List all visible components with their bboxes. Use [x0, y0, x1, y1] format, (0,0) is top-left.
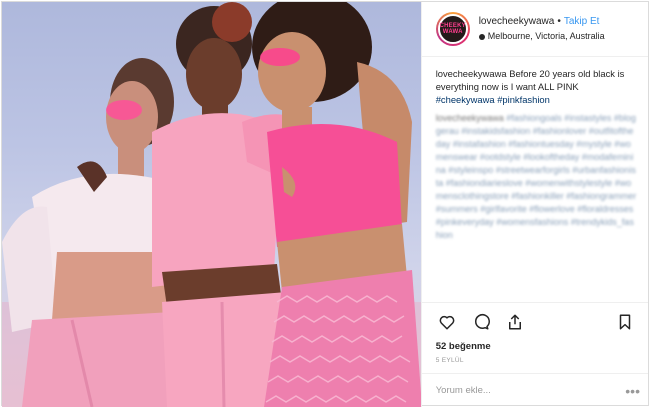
heart-icon	[439, 315, 455, 329]
add-comment-bar: •••	[422, 374, 648, 407]
caption-username[interactable]: lovecheekywawa	[436, 68, 507, 79]
comment-icon	[474, 313, 490, 329]
likes-count[interactable]: 52 beğenme	[422, 340, 648, 354]
location-link[interactable]: Melbourne, Victoria, Australia	[488, 31, 605, 41]
post-date[interactable]: 5 Eylül	[421, 354, 648, 374]
header-text: lovecheekywawa • Takip Et Melbourne, Victo…	[478, 15, 605, 43]
save-button[interactable]	[614, 311, 636, 333]
instagram-post: CHEEKY WAWA lovecheekywawa • Takip Et Melb…	[1, 1, 649, 407]
like-button[interactable]	[436, 311, 458, 333]
avatar-text-2: WAWA	[442, 29, 463, 35]
comment-button[interactable]	[470, 311, 492, 333]
post-header: CHEEKY WAWA lovecheekywawa • Takip Et Melb…	[421, 2, 648, 57]
post-photo[interactable]	[2, 2, 421, 407]
share-icon	[508, 314, 521, 329]
comment-username[interactable]: lovecheekywawa	[436, 113, 504, 123]
username-link[interactable]: lovecheekywawa	[479, 16, 555, 27]
action-bar	[421, 302, 648, 340]
avatar-logo: CHEEKY WAWA	[437, 14, 468, 44]
photo-illustration	[2, 2, 421, 407]
avatar[interactable]: CHEEKY WAWA	[435, 12, 470, 46]
post-side-panel: CHEEKY WAWA lovecheekywawa • Takip Et Melb…	[420, 2, 648, 407]
caption: lovecheekywawa Before 20 years old black…	[436, 67, 638, 106]
comment-hashtags[interactable]: #fashiongoals #instastyles #bloggerau #i…	[436, 113, 637, 240]
separator-dot: •	[557, 16, 561, 27]
header-username-row: lovecheekywawa • Takip Et	[479, 15, 605, 28]
comments-area: lovecheekywawa Before 20 years old black…	[422, 57, 648, 302]
comment-input[interactable]	[435, 385, 626, 396]
bookmark-icon	[619, 314, 631, 329]
share-button[interactable]	[504, 311, 526, 333]
more-options-icon[interactable]: •••	[625, 383, 640, 399]
location-pin-icon	[478, 33, 485, 40]
caption-hashtags[interactable]: #cheekywawa #pinkfashion	[436, 94, 550, 105]
follow-button[interactable]: Takip Et	[564, 16, 600, 27]
blurred-comment: lovecheekywawa #fashiongoals #instastyle…	[436, 112, 638, 242]
location-row: Melbourne, Victoria, Australia	[478, 30, 605, 43]
